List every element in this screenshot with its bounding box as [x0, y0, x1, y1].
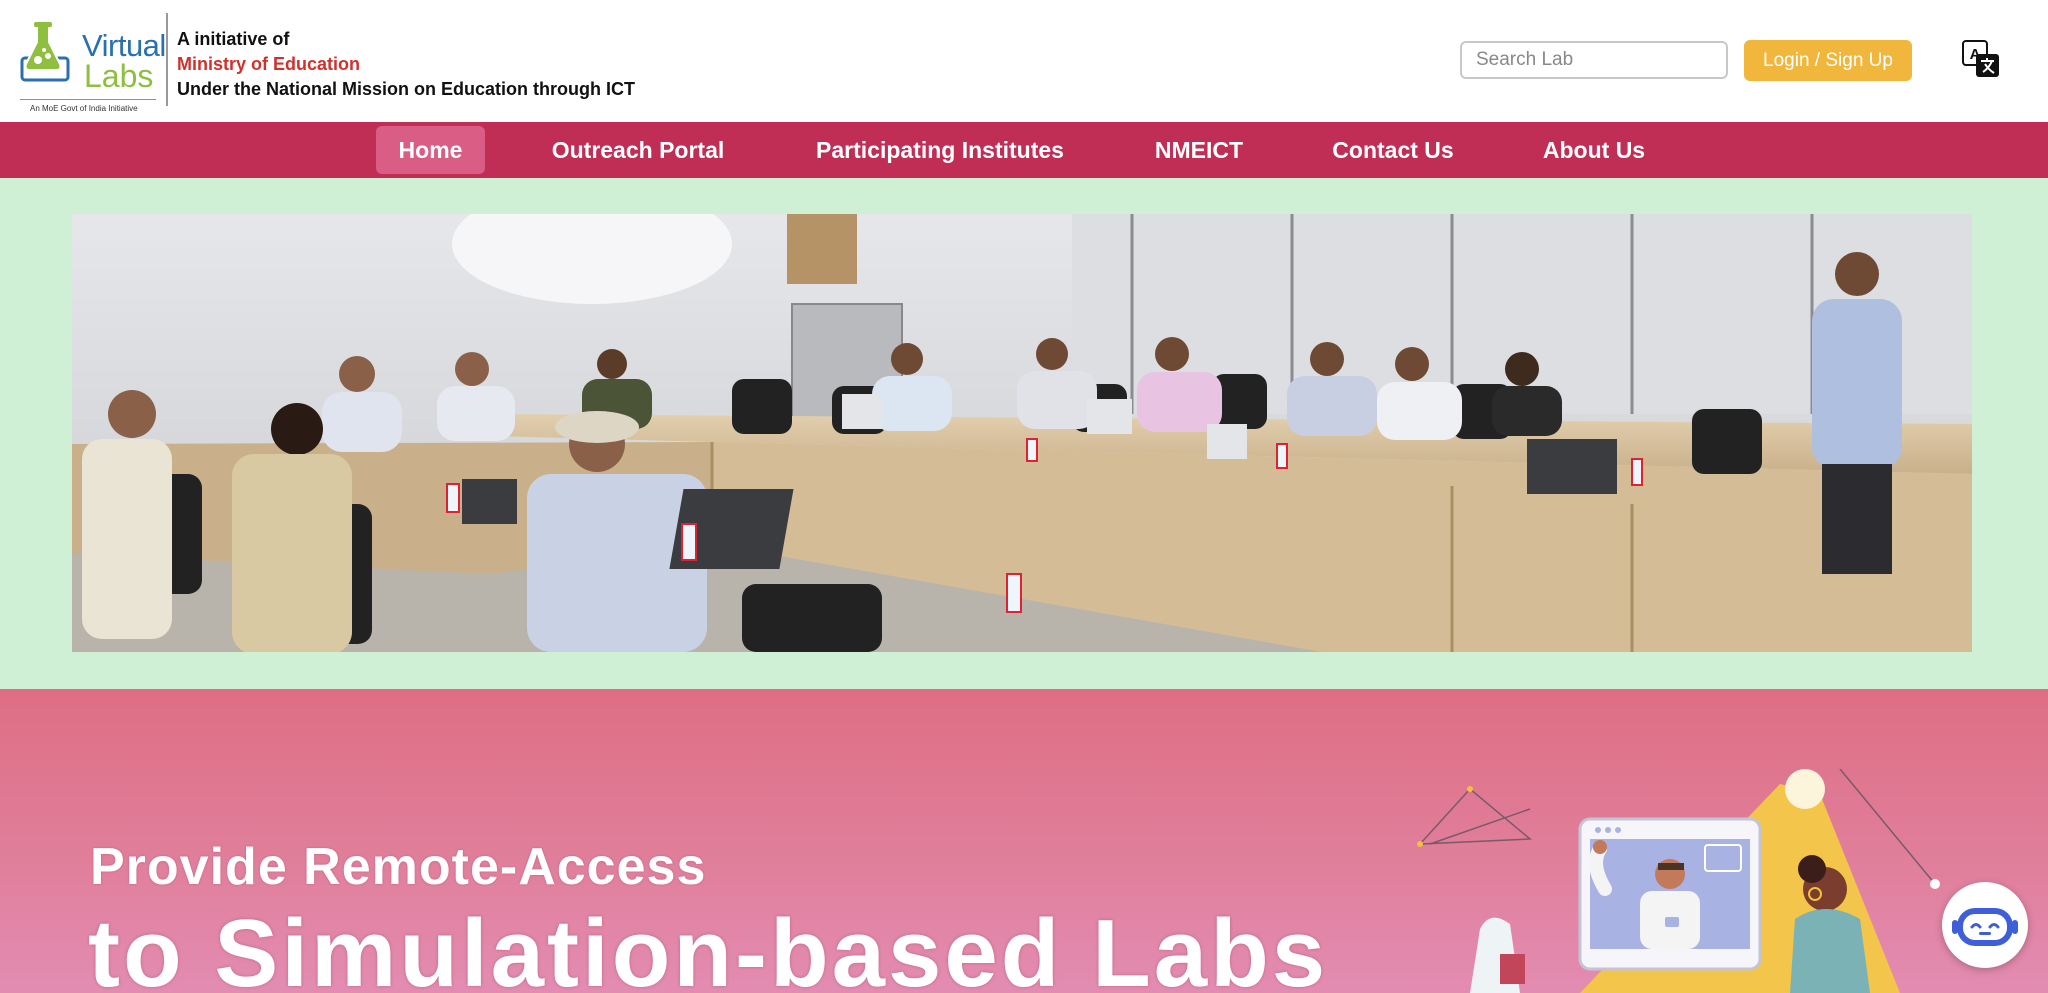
login-signup-button[interactable]: Login / Sign Up — [1744, 40, 1912, 81]
banner-heading-line-1: Provide Remote-Access — [90, 838, 707, 896]
logo-tagline: An MoE Govt of India Initiative — [30, 104, 138, 113]
logo-divider — [20, 99, 156, 100]
nav-item-outreach-portal[interactable]: Outreach Portal — [536, 126, 740, 174]
banner-heading-line-2: to Simulation-based Labs — [88, 900, 1329, 993]
hero-photo-section — [0, 178, 2048, 689]
nav-item-contact-us[interactable]: Contact Us — [1318, 126, 1468, 174]
remote-learning-illustration — [1400, 768, 1960, 993]
header-divider — [166, 13, 168, 106]
mission-name: Under the National Mission on Education … — [177, 79, 635, 99]
translate-icon[interactable]: A — [1962, 40, 2000, 78]
nav-item-participating-institutes[interactable]: Participating Institutes — [800, 126, 1080, 174]
meeting-room-photo — [72, 214, 1972, 652]
initiative-line-1: A initiative of — [177, 29, 290, 49]
chatbot-icon[interactable] — [1942, 882, 2028, 968]
virtual-labs-logo[interactable]: Virtual Labs An MoE Govt of India Initia… — [18, 18, 166, 113]
nav-item-nmeict[interactable]: NMEICT — [1140, 126, 1258, 174]
initiative-text: A initiative of Ministry of Education Un… — [177, 27, 635, 102]
flask-icon — [20, 22, 70, 82]
logo-word-labs: Labs — [84, 58, 154, 94]
site-header: Virtual Labs An MoE Govt of India Initia… — [0, 0, 2048, 122]
nav-item-about-us[interactable]: About Us — [1528, 126, 1660, 174]
ministry-name: Ministry of Education — [177, 54, 361, 74]
nav-item-home[interactable]: Home — [376, 126, 485, 174]
main-nav: Home Outreach Portal Participating Insti… — [0, 122, 2048, 178]
hero-banner: Provide Remote-Access to Simulation-base… — [0, 689, 2048, 993]
search-lab-input[interactable] — [1460, 41, 1728, 79]
